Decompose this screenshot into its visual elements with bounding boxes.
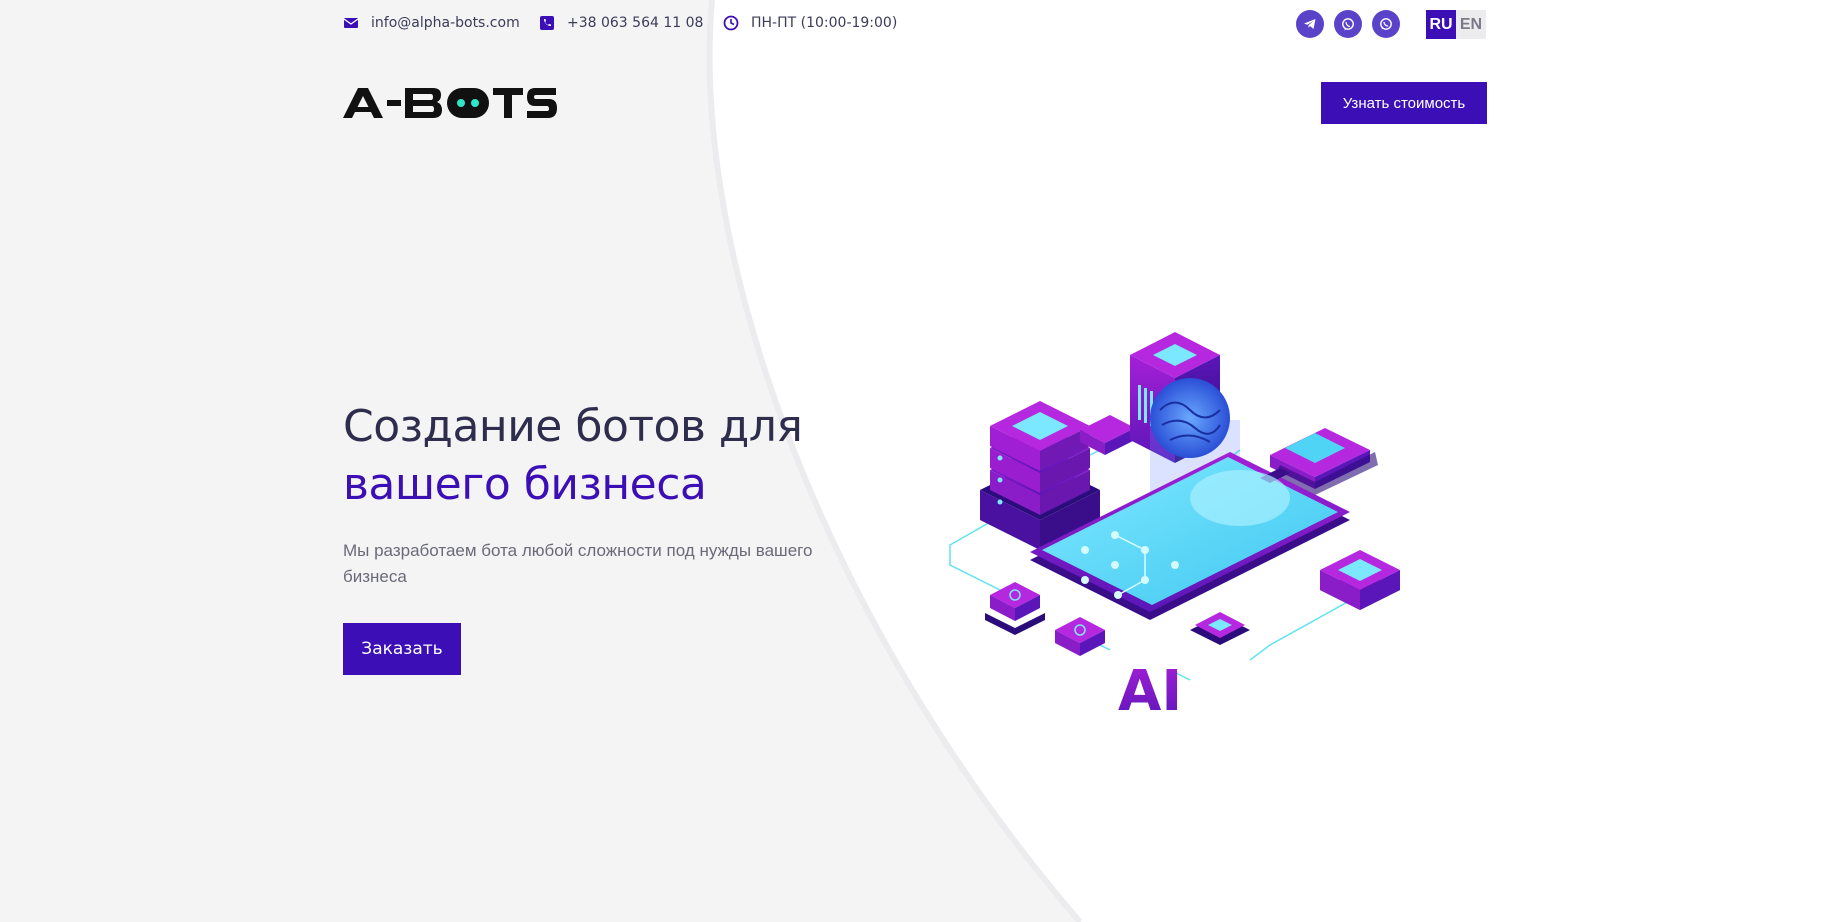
viber-icon[interactable] [1334,10,1362,38]
ai-text: AI [1118,659,1182,724]
landing-page: info@alpha-bots.com +38 063 564 11 08 ПН… [0,0,1825,922]
hero-section: Создание ботов для вашего бизнеса Мы раз… [343,398,863,675]
get-price-button[interactable]: Узнать стоимость [1321,82,1487,124]
processor-chip [1190,612,1250,645]
ai-badge: AI [1118,659,1182,724]
hours-text: ПН-ПТ (10:00-19:00) [751,15,898,31]
logo[interactable] [343,87,557,124]
clock-icon [723,15,739,31]
hero-title-line2: вашего бизнеса [343,459,707,510]
chip-bottom-center [1055,617,1105,656]
phone-contact[interactable]: +38 063 564 11 08 [539,13,703,33]
hero-subtitle: Мы разработаем бота любой сложности под … [343,541,813,586]
hero-title-line1: Создание ботов для [343,401,803,452]
phone-text: +38 063 564 11 08 [567,15,704,31]
whatsapp-icon[interactable] [1372,10,1400,38]
server-small-right [1320,550,1400,610]
envelope-icon [343,15,359,31]
chip-bottom-left [985,582,1045,635]
a-bots-logo-graphic [343,88,557,118]
social-links [1296,10,1400,38]
telegram-icon[interactable] [1296,10,1324,38]
hours-contact: ПН-ПТ (10:00-19:00) [723,13,897,33]
phone-icon [539,15,555,31]
top-bar: info@alpha-bots.com +38 063 564 11 08 ПН… [343,10,1486,43]
lang-en[interactable]: EN [1456,10,1486,39]
hero-title: Создание ботов для вашего бизнеса [343,398,863,514]
order-button[interactable]: Заказать [343,623,461,675]
language-switcher: RU EN [1426,10,1486,39]
email-text: info@alpha-bots.com [371,15,520,31]
lang-ru[interactable]: RU [1426,10,1456,39]
background-curve [706,0,1825,922]
ai-bot-illustration: AI [949,332,1400,724]
email-contact[interactable]: info@alpha-bots.com [343,13,520,33]
